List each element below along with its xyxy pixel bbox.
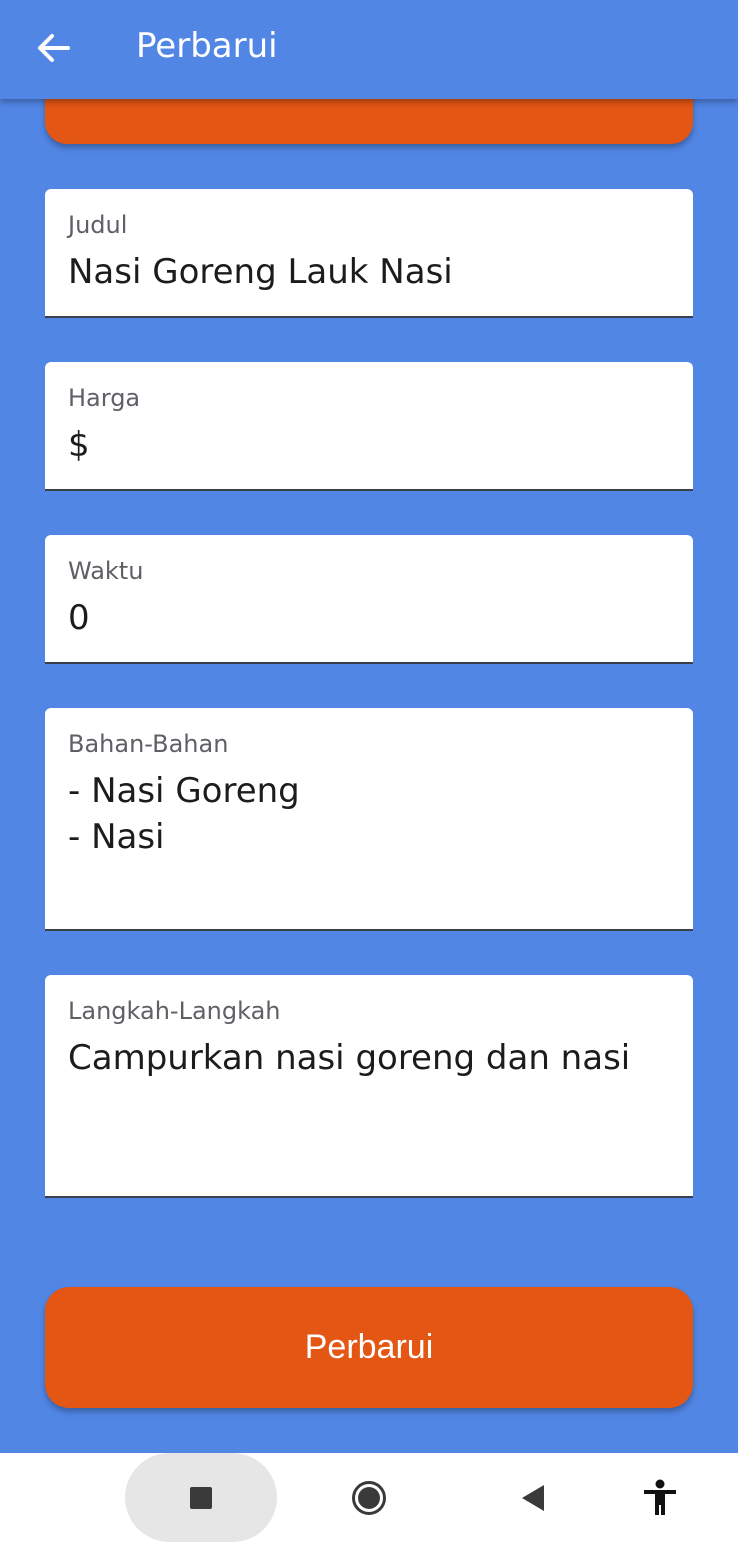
circle-icon <box>352 1480 386 1515</box>
judul-field[interactable]: Judul Nasi Goreng Lauk Nasi <box>45 189 693 318</box>
triangle-back-icon <box>522 1484 544 1511</box>
accessibility-icon <box>644 1479 676 1515</box>
system-back-button[interactable] <box>498 1453 568 1542</box>
accessibility-button[interactable] <box>625 1453 695 1542</box>
back-button[interactable] <box>30 25 76 71</box>
bahan-input[interactable]: - Nasi Goreng - Nasi <box>68 768 300 860</box>
bahan-field[interactable]: Bahan-Bahan - Nasi Goreng - Nasi <box>45 708 693 931</box>
recent-apps-button[interactable] <box>125 1453 277 1542</box>
waktu-field[interactable]: Waktu 0 <box>45 535 693 664</box>
waktu-label: Waktu <box>68 557 144 585</box>
arrow-left-icon <box>38 34 70 62</box>
harga-label: Harga <box>68 384 141 412</box>
langkah-input[interactable]: Campurkan nasi goreng dan nasi <box>68 1035 630 1081</box>
page-title: Perbarui <box>136 26 278 66</box>
bahan-label: Bahan-Bahan <box>68 730 229 758</box>
harga-field[interactable]: Harga $ <box>45 362 693 491</box>
waktu-input[interactable]: 0 <box>68 595 90 641</box>
perbarui-button[interactable]: Perbarui <box>45 1287 693 1408</box>
app-bar: Perbarui <box>0 0 738 99</box>
system-nav-bar <box>0 1453 738 1542</box>
langkah-label: Langkah-Langkah <box>68 997 281 1025</box>
square-icon <box>190 1486 212 1509</box>
form-scroll-area[interactable]: Judul Nasi Goreng Lauk Nasi Harga $ Wakt… <box>0 0 738 1453</box>
judul-label: Judul <box>68 211 128 239</box>
harga-input[interactable]: $ <box>68 422 90 468</box>
langkah-field[interactable]: Langkah-Langkah Campurkan nasi goreng da… <box>45 975 693 1198</box>
home-button[interactable] <box>334 1453 404 1542</box>
judul-input[interactable]: Nasi Goreng Lauk Nasi <box>68 249 453 295</box>
